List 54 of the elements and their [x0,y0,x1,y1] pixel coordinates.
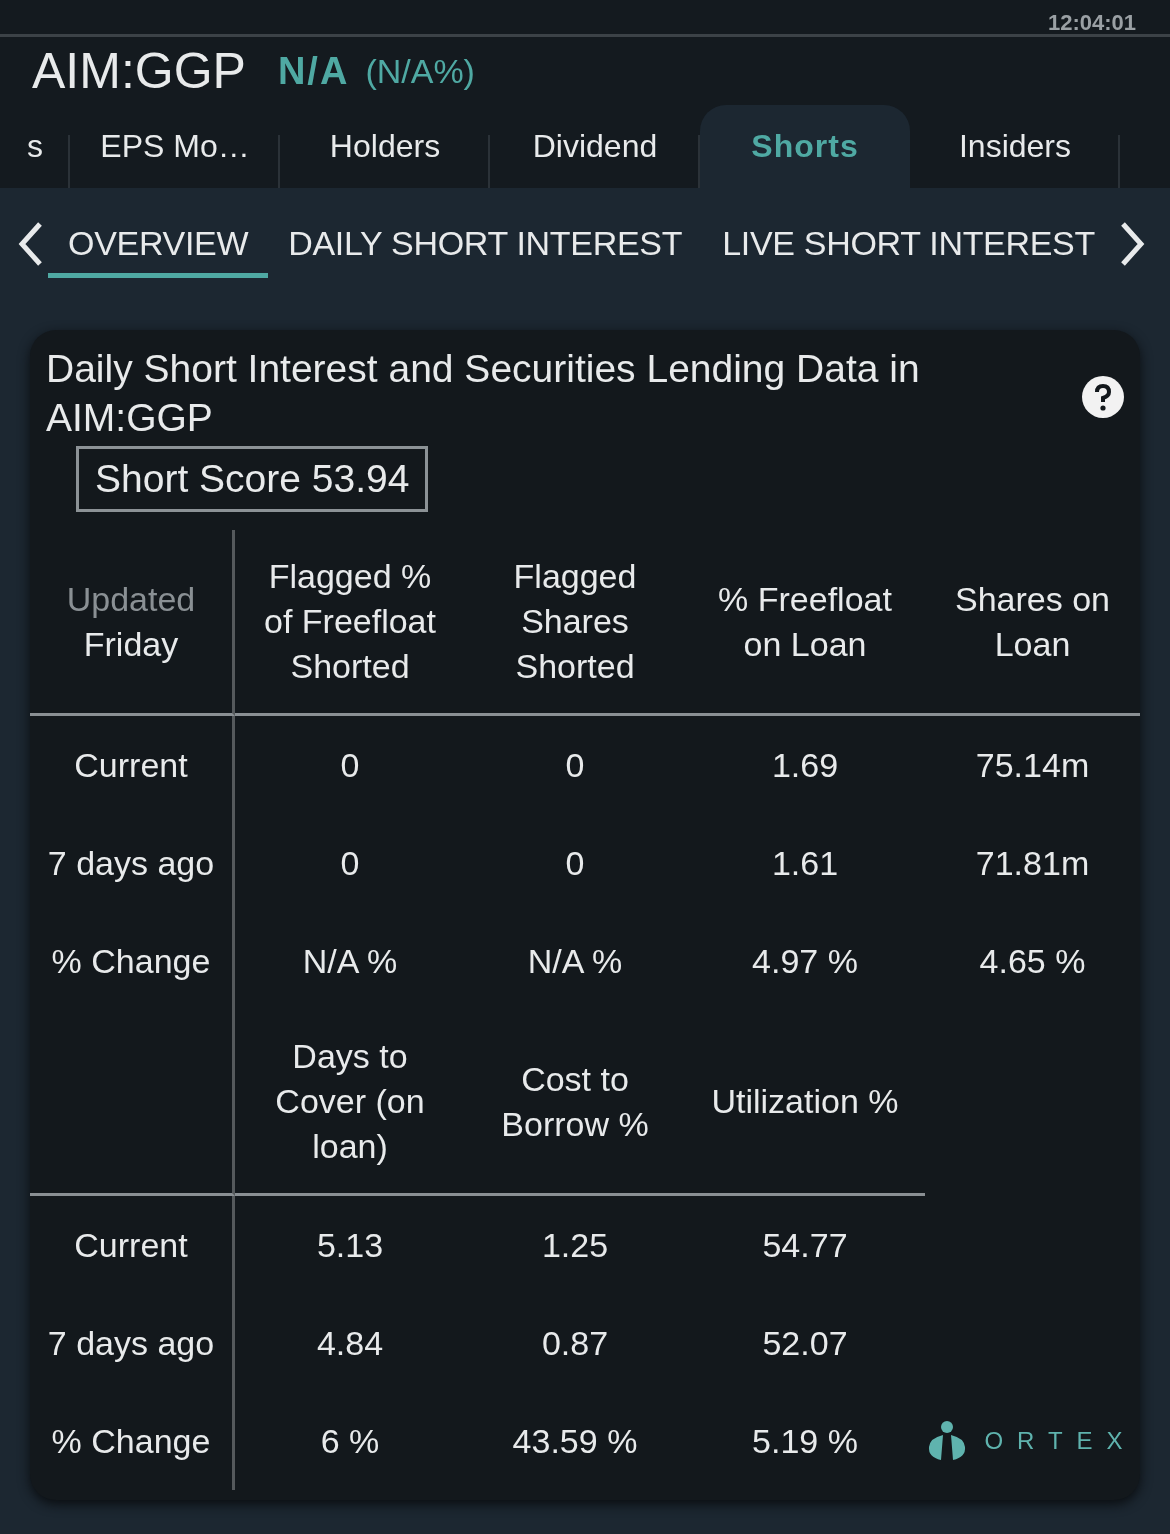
short-score: Short Score 53.94 [76,446,429,512]
column-header: Cost to Borrow % [500,1058,650,1145]
subsection-tab[interactable]: DAILY SHORT INTEREST [268,210,703,278]
table-cell: 54.77 [762,1225,848,1265]
column-header: Flagged % of Freefloat Shorted [263,556,437,687]
table-cell: 4.84 [316,1323,384,1363]
table-cell: 52.07 [762,1323,848,1363]
table-cell: 1.25 [541,1225,609,1265]
table-cell: 0 [565,843,585,883]
section-tab[interactable]: Dividend [490,105,700,188]
table-cell: 0 [565,745,585,785]
column-header: Flagged Shares Shorted [512,556,638,687]
table-cell: 0.87 [541,1323,609,1363]
section-tab[interactable]: Holders [280,105,490,188]
column-header: Utilization % [711,1081,899,1122]
column-header: Shares on Loan [954,578,1111,665]
subsection-tab[interactable]: OVERVIEW [48,210,269,278]
card-title: Daily Short Interest and Securities Lending Data in AIM:GGP [46,346,921,441]
table-cell: 5.13 [316,1225,384,1265]
column-header: % Freefloat on Loan [717,578,893,665]
table-cell: 0 [340,843,360,883]
section-tab[interactable]: EPS Mo… [70,105,280,188]
table-cell: N/A % [527,941,623,981]
column-header: Days to Cover (on loan) [274,1036,426,1167]
table-cell: 5.19 % [752,1421,858,1461]
table-cell: 75.14m [975,745,1090,785]
help-icon[interactable] [1082,376,1124,418]
table-cell: 4.65 % [979,941,1086,981]
table-cell: 6 % [320,1421,380,1461]
row-label: 7 days ago [47,843,215,883]
updated-label: Updated [66,578,196,620]
row-label: 7 days ago [47,1323,215,1363]
row-label: % Change [51,1421,211,1461]
updated-day: Friday [83,621,179,667]
subsection-tab[interactable]: LIVE SHORT INTEREST [702,210,1115,278]
table-cell: 71.81m [975,843,1090,883]
section-tab[interactable]: Shorts [700,105,910,188]
table-cell: N/A % [302,941,398,981]
percent-change: (N/A%) [365,51,475,91]
row-label: Current [74,745,188,785]
table-cell: 1.69 [771,745,839,785]
logo-text: ORTEX [984,1427,1137,1455]
table-cell: 0 [340,745,360,785]
row-label: Current [74,1225,188,1265]
clock-time: 12:04:01 [1047,12,1136,34]
table-cell: 4.97 % [752,941,858,981]
row-label: % Change [51,941,211,981]
section-tab[interactable]: s [0,105,70,188]
table-cell: 1.61 [771,843,839,883]
table-cell: 43.59 % [512,1421,638,1461]
ticker-symbol: AIM:GGP [32,42,246,100]
price-change: N/A [277,49,350,93]
section-tab[interactable]: Insiders [910,105,1120,188]
logo-icon [928,1421,967,1461]
